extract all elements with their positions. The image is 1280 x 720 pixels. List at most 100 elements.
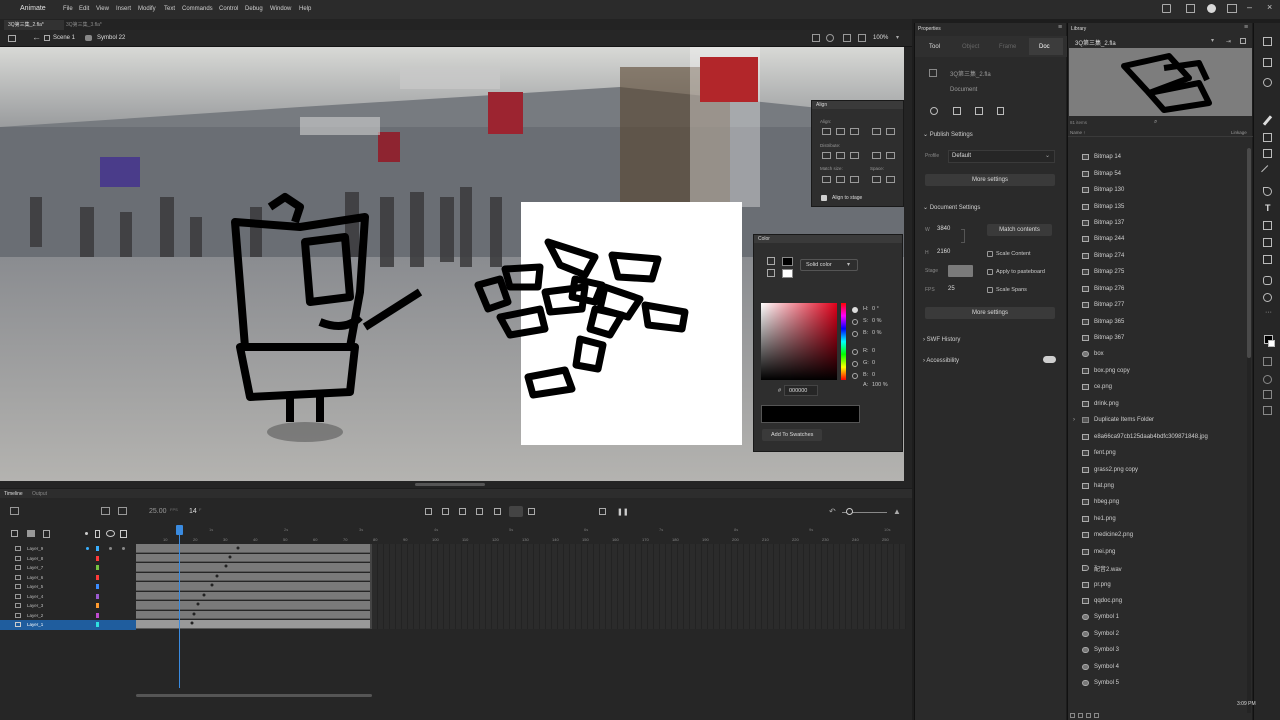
- menu-commands[interactable]: Commands: [182, 6, 213, 12]
- library-item[interactable]: grass2.png copy: [1076, 461, 1244, 477]
- more-settings-button-2[interactable]: More settings: [925, 307, 1055, 319]
- fill-color-icon[interactable]: [767, 269, 775, 277]
- graph-icon[interactable]: [118, 507, 127, 515]
- clip-icon[interactable]: [843, 34, 851, 42]
- sync-icon[interactable]: [1186, 4, 1195, 13]
- library-item[interactable]: he1.png: [1076, 511, 1244, 527]
- lock-edit-icon[interactable]: [997, 107, 1004, 115]
- current-frame[interactable]: 14: [189, 508, 197, 515]
- pause-icon[interactable]: ❚❚: [617, 508, 629, 516]
- tab-object[interactable]: Object: [962, 44, 979, 50]
- zoom-value[interactable]: 100%: [873, 35, 888, 41]
- insert-blank-keyframe-icon[interactable]: [442, 508, 449, 515]
- menu-text[interactable]: Text: [164, 6, 175, 12]
- accessibility-header[interactable]: › Accessibility: [923, 358, 959, 364]
- brush-tool-icon[interactable]: [1262, 115, 1273, 126]
- match-both-icon[interactable]: [850, 176, 859, 183]
- menu-control[interactable]: Control: [219, 6, 238, 12]
- tab-tool[interactable]: Tool: [929, 44, 940, 50]
- shape-tween-icon[interactable]: [494, 508, 501, 515]
- layer-row[interactable]: Layer_3: [0, 601, 136, 611]
- properties-lib-icon[interactable]: [1086, 713, 1091, 718]
- layer-color-swatch[interactable]: [96, 622, 99, 627]
- snap-to-objects-icon[interactable]: [1263, 375, 1272, 384]
- new-folder-lib-icon[interactable]: [1078, 713, 1083, 718]
- menu-edit[interactable]: Edit: [79, 6, 89, 12]
- insert-keyframe-icon[interactable]: [425, 508, 432, 515]
- tab-doc[interactable]: Doc: [1039, 44, 1050, 50]
- layer-name[interactable]: Layer_8: [27, 556, 43, 561]
- h-radio[interactable]: [852, 307, 858, 313]
- tab-label-inactive[interactable]: 3Q第三集_3.fla*: [66, 21, 102, 28]
- match-contents-button[interactable]: Match contents: [987, 224, 1052, 236]
- library-item[interactable]: drink.png: [1076, 396, 1244, 412]
- library-name-column[interactable]: Name ↑: [1070, 130, 1086, 135]
- document-settings-header[interactable]: ⌄ Document Settings: [923, 204, 980, 211]
- line-tool-icon[interactable]: [1261, 165, 1274, 178]
- paint-bucket-tool-icon[interactable]: [1263, 221, 1272, 230]
- library-item[interactable]: fent.png: [1076, 445, 1244, 461]
- scene-label[interactable]: Scene 1: [53, 35, 75, 41]
- layer-color-swatch[interactable]: [96, 593, 99, 599]
- swap-colors-icon[interactable]: [1263, 357, 1272, 366]
- layer-color-swatch[interactable]: [96, 555, 99, 561]
- layer-row[interactable]: Layer_9: [0, 544, 136, 554]
- playhead[interactable]: [179, 525, 180, 688]
- b-value[interactable]: 0 %: [872, 330, 881, 336]
- match-width-icon[interactable]: [822, 176, 831, 183]
- mountain-icon[interactable]: ▲: [893, 507, 901, 516]
- layer-name[interactable]: Layer_4: [27, 594, 43, 599]
- r-radio[interactable]: [852, 349, 858, 355]
- back-arrow-icon[interactable]: ←: [32, 32, 41, 42]
- library-item[interactable]: Bitmap 277: [1076, 297, 1244, 313]
- object-drawing-icon[interactable]: [953, 107, 961, 115]
- space-vertical-icon[interactable]: [872, 176, 881, 183]
- library-item[interactable]: hat.png: [1076, 478, 1244, 494]
- timeline-hscroll[interactable]: [136, 694, 372, 697]
- layer-row[interactable]: Layer_4: [0, 592, 136, 602]
- layer-name[interactable]: Layer_2: [27, 613, 43, 618]
- layers-icon[interactable]: [10, 507, 19, 515]
- fill-swatch[interactable]: [782, 269, 793, 278]
- rectangle-tool-icon[interactable]: [1263, 149, 1272, 158]
- library-item[interactable]: mei.png: [1076, 544, 1244, 560]
- library-folder[interactable]: › Duplicate Items Folder: [1073, 412, 1244, 428]
- scale-content-checkbox[interactable]: [987, 251, 993, 257]
- stage-color-swatch[interactable]: [948, 265, 973, 277]
- parent-view-icon[interactable]: [101, 507, 110, 515]
- zoom-dropdown-icon[interactable]: ▾: [896, 34, 899, 41]
- stroke-color-icon[interactable]: [767, 257, 775, 265]
- new-symbol-icon[interactable]: [1070, 713, 1075, 718]
- fps-field[interactable]: 25: [948, 286, 955, 292]
- accessibility-toggle[interactable]: [1043, 356, 1056, 363]
- layer-color-swatch[interactable]: [96, 546, 99, 551]
- panel-menu-icon[interactable]: ≡: [1058, 24, 1062, 31]
- s-value[interactable]: 0 %: [872, 318, 881, 324]
- layer-color-swatch[interactable]: [96, 603, 99, 608]
- onion-skin-outline-icon[interactable]: [528, 508, 535, 515]
- more-tools-icon[interactable]: ···: [1265, 309, 1272, 316]
- library-menu-icon[interactable]: ≡: [1244, 24, 1248, 31]
- rotate-stage-icon[interactable]: [826, 34, 834, 42]
- library-item[interactable]: Bitmap 276: [1076, 281, 1244, 297]
- layer-color-swatch[interactable]: [96, 565, 99, 570]
- blue-value[interactable]: 0: [872, 372, 875, 378]
- zoom-slider-thumb[interactable]: [846, 508, 853, 515]
- scale-spans-checkbox[interactable]: [987, 287, 993, 293]
- straighten-icon[interactable]: [1263, 406, 1272, 415]
- center-stage-icon[interactable]: [812, 34, 820, 42]
- visibility-icon[interactable]: [106, 530, 115, 537]
- loop-icon[interactable]: [599, 508, 606, 515]
- selection-tool-icon[interactable]: [1263, 37, 1272, 46]
- r-value[interactable]: 0: [872, 348, 875, 354]
- library-item[interactable]: Bitmap 135: [1076, 198, 1244, 214]
- frame-ruler[interactable]: 1s 2s 3s 4s 5s 6s 7s 8s 9s 10s 10 20 30 …: [136, 523, 906, 545]
- layer-row-selected[interactable]: Layer_1: [0, 620, 136, 630]
- h-value[interactable]: 0 °: [872, 306, 879, 312]
- pin-icon[interactable]: ⇥: [1226, 38, 1231, 45]
- g-radio[interactable]: [852, 361, 858, 367]
- undo-icon[interactable]: ↶: [829, 507, 836, 516]
- new-folder-icon[interactable]: [27, 530, 35, 537]
- align-left-icon[interactable]: [822, 128, 831, 135]
- library-item[interactable]: Symbol 3: [1076, 642, 1244, 658]
